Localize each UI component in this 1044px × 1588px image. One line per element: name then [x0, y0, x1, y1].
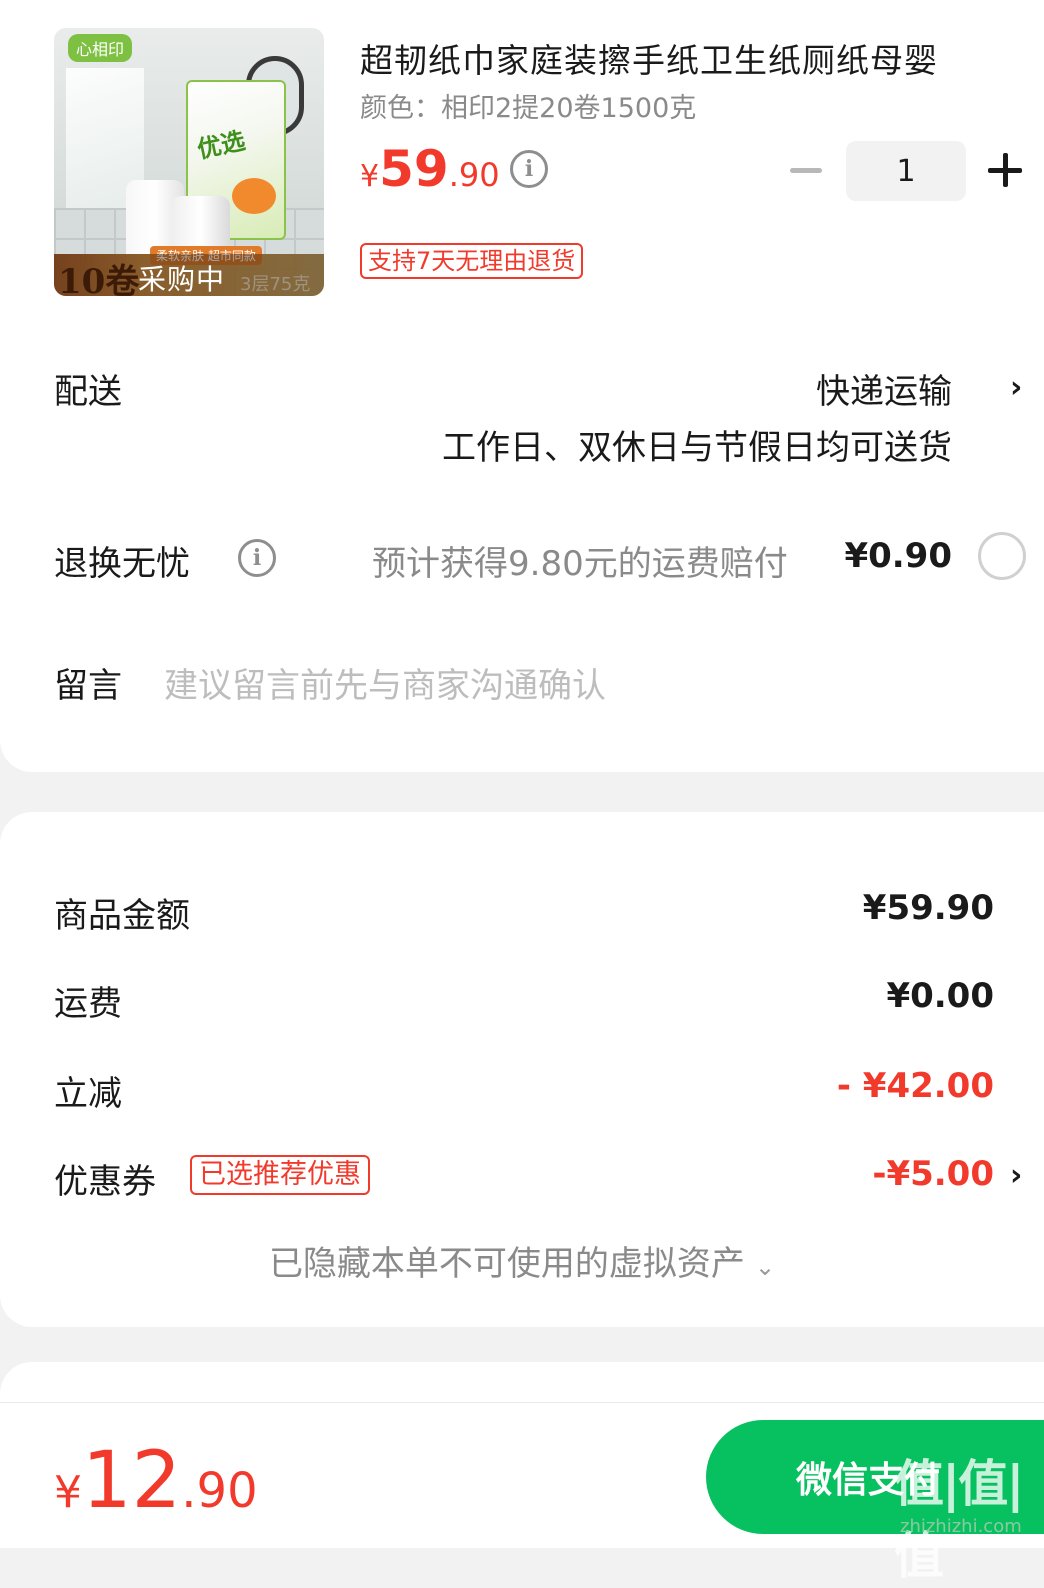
total-decimal: .90: [181, 1463, 258, 1519]
price-info-icon[interactable]: i: [510, 150, 548, 188]
message-input[interactable]: 建议留言前先与商家沟通确认: [164, 658, 606, 707]
coupon-label: 优惠券: [54, 1162, 156, 1202]
shipping-fee-label: 运费: [54, 984, 122, 1024]
shipping-fee-value: ¥0.00: [886, 976, 994, 1016]
chevron-right-icon[interactable]: ›: [1010, 370, 1022, 405]
message-label: 留言: [54, 666, 122, 706]
product-title[interactable]: 超韧纸巾家庭装擦手纸卫生纸厕纸母婴: [360, 34, 1024, 82]
instant-discount-value: - ¥42.00: [836, 1066, 994, 1106]
goods-amount-value: ¥59.90: [862, 888, 994, 928]
hidden-assets-text: 已隐藏本单不可使用的虚拟资产: [268, 1244, 745, 1284]
delivery-method[interactable]: 快递运输: [816, 364, 952, 413]
delivery-note: 工作日、双休日与节假日均可送货: [442, 428, 952, 468]
brand-logo: 心相印: [68, 34, 133, 62]
hidden-assets-toggle[interactable]: 已隐藏本单不可使用的虚拟资产 ⌄: [0, 1236, 1044, 1285]
product-price: ¥59.90: [360, 140, 500, 198]
return-insurance-info-icon[interactable]: i: [238, 539, 276, 577]
return-insurance-label: 退换无忧: [54, 544, 190, 584]
total-price: ¥12.90: [54, 1436, 258, 1526]
goods-amount-label: 商品金额: [54, 896, 190, 936]
product-variant: 颜色：相印2提20卷1500克: [360, 93, 697, 124]
chevron-down-icon: ⌄: [754, 1253, 776, 1281]
return-insurance-price: ¥0.90: [844, 536, 952, 576]
chevron-right-icon[interactable]: ›: [1010, 1158, 1022, 1193]
total-integer: 12: [82, 1436, 182, 1526]
coupon-selected-badge: 已选推荐优惠: [190, 1155, 370, 1195]
total-symbol: ¥: [54, 1467, 82, 1518]
minus-icon[interactable]: [790, 168, 822, 173]
coupon-value[interactable]: -¥5.00: [872, 1154, 994, 1194]
watermark-url: zhizhizhi.com: [900, 1516, 1022, 1537]
plus-icon[interactable]: [988, 153, 1022, 187]
return-insurance-radio[interactable]: [978, 532, 1026, 580]
delivery-label: 配送: [54, 372, 122, 412]
return-insurance-desc: 预计获得9.80元的运费赔付: [372, 544, 788, 584]
purchase-status: 采购中: [138, 263, 226, 296]
price-symbol: ¥: [360, 159, 380, 194]
price-decimal: .90: [448, 156, 500, 194]
return-policy-badge: 支持7天无理由退货: [360, 243, 584, 279]
quantity-input[interactable]: 1: [846, 141, 966, 201]
price-integer: 59: [379, 140, 449, 198]
image-orange: [232, 178, 276, 214]
instant-discount-label: 立减: [54, 1074, 122, 1114]
product-image[interactable]: 优选 心相印 10卷 柔软亲肤 超市同款 3层75克 采购中: [54, 28, 324, 296]
